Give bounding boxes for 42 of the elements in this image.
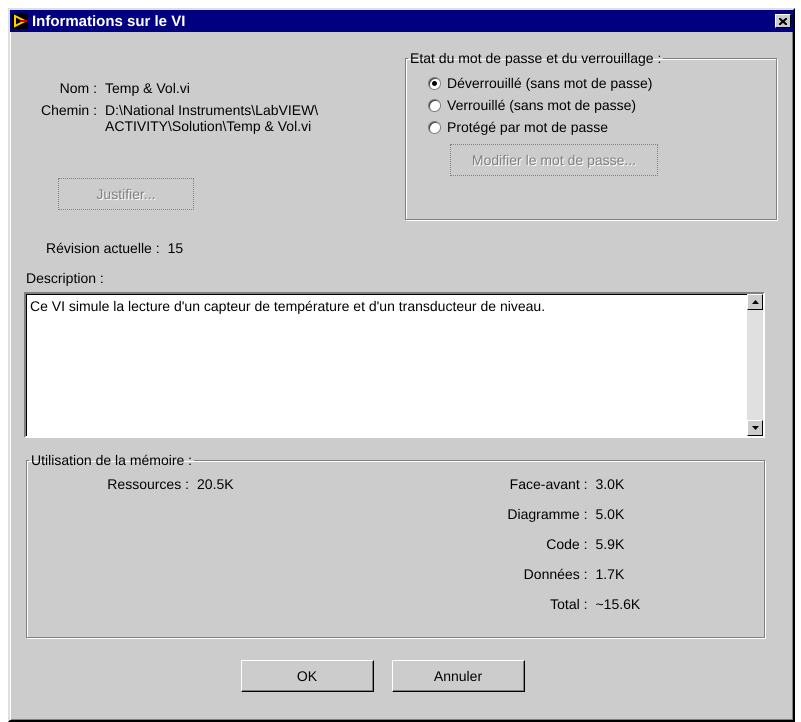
radio-label: Déverrouillé (sans mot de passe): [447, 75, 652, 91]
close-icon: [779, 18, 787, 24]
memory-value: 5.9K: [596, 536, 626, 552]
revision-label: Révision actuelle :: [46, 240, 161, 256]
memory-label: Total :: [549, 596, 588, 612]
memory-value: 3.0K: [596, 476, 626, 492]
memory-value: 5.0K: [596, 506, 626, 522]
radio-button[interactable]: [428, 76, 441, 90]
description-text: Ce VI simule la lecture d'un capteur de température et d'un transducteur de niveau.: [29, 297, 546, 316]
memory-value: 1.7K: [596, 566, 626, 582]
description-label: Description :: [26, 270, 104, 286]
radio-option[interactable]: Déverrouillé (sans mot de passe): [428, 72, 764, 94]
scroll-up-icon[interactable]: [747, 294, 763, 310]
radio-option[interactable]: Protégé par mot de passe: [428, 116, 764, 138]
field-value: Temp & Vol.vi: [105, 80, 191, 96]
field-label: Chemin :: [40, 102, 98, 120]
field-value: ACTIVITY\Solution\Temp & Vol.vi: [105, 118, 312, 134]
revision-value: 15: [168, 240, 184, 256]
memory-label: Diagramme :: [506, 506, 588, 522]
app-icon: [12, 13, 28, 29]
memory-value: ~15.6K: [596, 596, 642, 612]
scrollbar[interactable]: [747, 294, 763, 436]
radio-button[interactable]: [428, 120, 441, 134]
radio-option[interactable]: Verrouillé (sans mot de passe): [428, 94, 764, 116]
radio-button[interactable]: [428, 98, 441, 112]
field-value: D:\National Instruments\LabVIEW\: [105, 102, 318, 118]
field-label: Nom :: [58, 80, 98, 96]
description-field[interactable]: Ce VI simule la lecture d'un capteur de température et d'un transducteur de niveau.: [24, 292, 765, 438]
radio-label: Verrouillé (sans mot de passe): [447, 97, 636, 113]
group-title: Utilisation de la mémoire :: [30, 452, 194, 468]
close-button[interactable]: [775, 14, 791, 28]
memory-label: Données :: [522, 566, 588, 582]
dialog-button[interactable]: Annuler: [392, 660, 524, 692]
memory-value: 20.5K: [197, 476, 235, 492]
radio-label: Protégé par mot de passe: [447, 119, 608, 135]
memory-label: Face-avant :: [508, 476, 588, 492]
window-title: Informations sur le VI: [32, 12, 186, 30]
memory-label: Code :: [545, 536, 588, 552]
group-title: Etat du mot de passe et du verrouillage :: [409, 50, 662, 66]
memory-label: Ressources :: [106, 476, 190, 492]
dialog-button[interactable]: OK: [240, 660, 374, 692]
scroll-down-icon[interactable]: [747, 420, 763, 436]
